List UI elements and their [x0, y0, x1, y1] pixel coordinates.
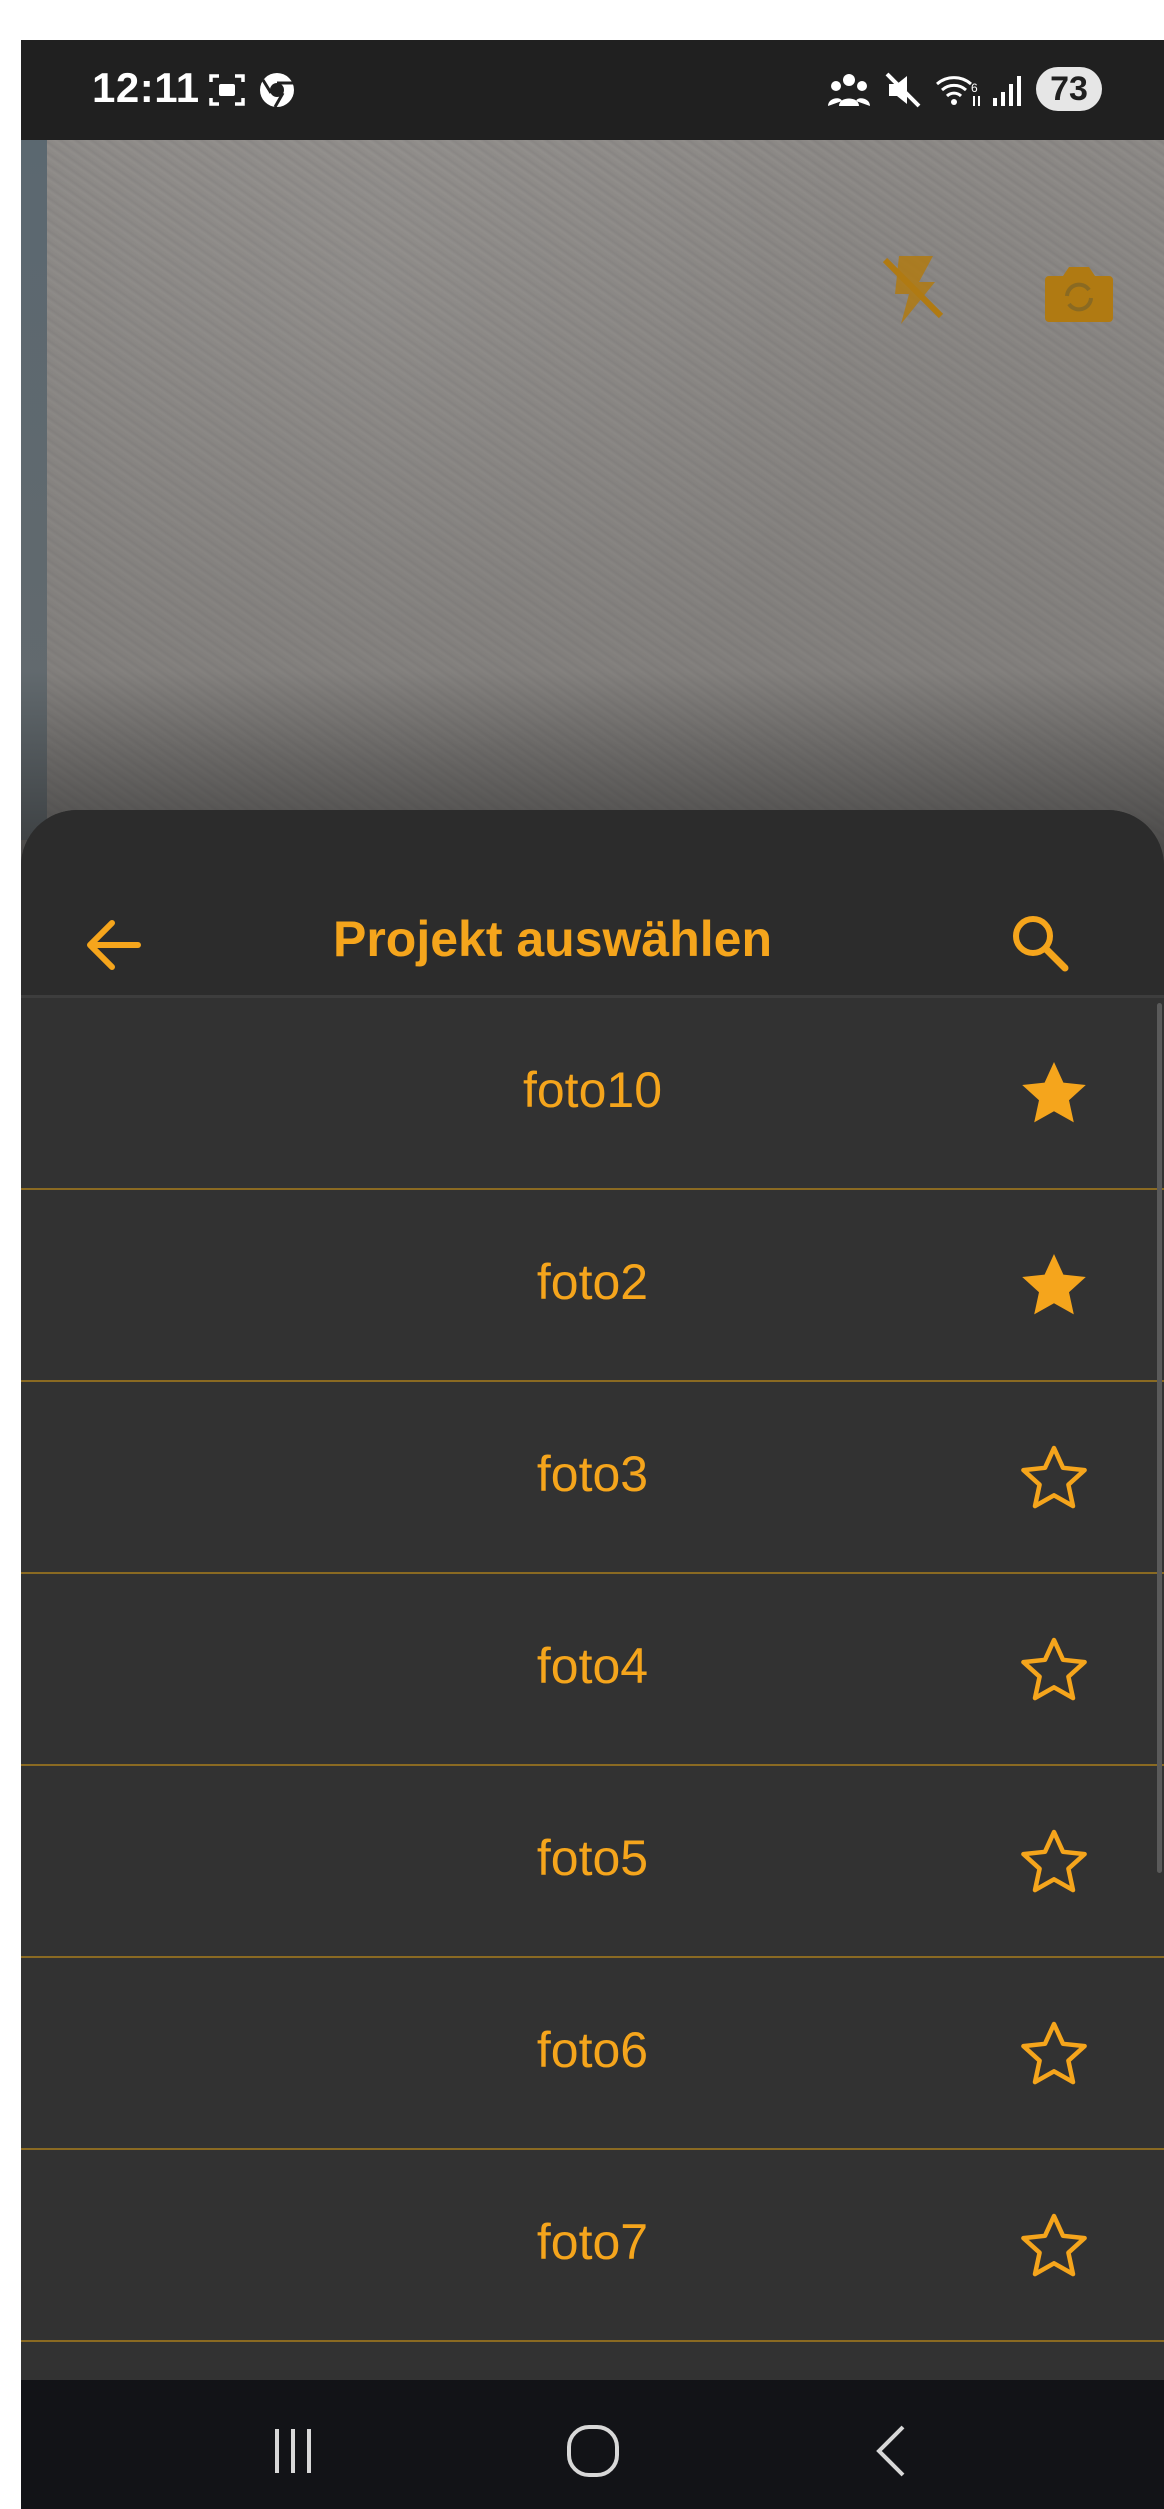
list-item-label: foto6: [536, 2022, 649, 2078]
status-time: 12:11: [92, 64, 200, 111]
star-outline-icon: [1021, 1445, 1087, 1509]
star-outline-icon: [1021, 1637, 1087, 1701]
search-icon: [1013, 916, 1069, 972]
star-outline-icon: [1021, 2021, 1087, 2085]
flash-off-icon[interactable]: [879, 252, 949, 333]
list-item-label: foto10: [522, 1062, 662, 1118]
camera-switch-icon[interactable]: [1041, 262, 1117, 331]
favorite-toggle[interactable]: [1016, 1632, 1092, 1708]
list-item-foto6[interactable]: foto6: [21, 1958, 1164, 2150]
mute-icon: [883, 70, 923, 115]
list-item-foto4[interactable]: foto4: [21, 1574, 1164, 1766]
signal-icon: [989, 70, 1029, 115]
favorite-toggle[interactable]: [1016, 1056, 1092, 1132]
project-list[interactable]: foto10 foto2 foto3 foto4 foto5 foto6 fot…: [21, 998, 1164, 2420]
chrome-icon: [257, 70, 297, 115]
star-outline-icon: [1021, 2213, 1087, 2277]
status-bar: 12:11 6 73: [21, 40, 1164, 140]
home-icon: [567, 2424, 619, 2477]
list-item-foto3[interactable]: foto3: [21, 1382, 1164, 1574]
svg-text:6: 6: [971, 81, 978, 95]
star-outline-icon: [1021, 1829, 1087, 1893]
chevron-left-icon: [876, 2425, 905, 2476]
list-scrollbar[interactable]: [1157, 1003, 1162, 1873]
list-item-label: foto4: [536, 1638, 649, 1694]
battery-indicator: 73: [1036, 67, 1102, 111]
favorite-toggle[interactable]: [1016, 2208, 1092, 2284]
phone-screen: 12:11 6 73 Projekt auswählen foto10 foto…: [21, 40, 1164, 2509]
home-button[interactable]: [518, 2380, 668, 2509]
list-item-label: foto2: [536, 1254, 649, 1310]
camera-preview-shade: [21, 140, 1164, 900]
search-button[interactable]: [1001, 904, 1081, 984]
sheet-header: Projekt auswählen: [21, 810, 1164, 998]
back-nav-button[interactable]: [818, 2380, 968, 2509]
wifi-icon: 6: [933, 70, 983, 115]
family-icon: [827, 70, 871, 115]
recent-apps-button[interactable]: [218, 2380, 368, 2509]
screenshot-icon: [207, 70, 247, 115]
list-item-foto7[interactable]: foto7: [21, 2150, 1164, 2342]
favorite-toggle[interactable]: [1016, 1440, 1092, 1516]
project-select-sheet: Projekt auswählen foto10 foto2 foto3 fot…: [21, 810, 1164, 2420]
favorite-toggle[interactable]: [1016, 1824, 1092, 1900]
recent-apps-icon: [275, 2428, 311, 2473]
star-filled-icon: [1022, 1254, 1086, 1315]
star-filled-icon: [1022, 1062, 1086, 1123]
favorite-toggle[interactable]: [1016, 1248, 1092, 1324]
system-nav-bar: [21, 2380, 1164, 2509]
list-item-foto5[interactable]: foto5: [21, 1766, 1164, 1958]
list-item-label: foto7: [536, 2214, 649, 2270]
list-item-foto10[interactable]: foto10: [21, 998, 1164, 1190]
list-item-label: foto5: [536, 1830, 649, 1886]
list-item-foto2[interactable]: foto2: [21, 1190, 1164, 1382]
list-item-label: foto3: [536, 1446, 649, 1502]
favorite-toggle[interactable]: [1016, 2016, 1092, 2092]
sheet-title: Projekt auswählen: [332, 911, 773, 967]
